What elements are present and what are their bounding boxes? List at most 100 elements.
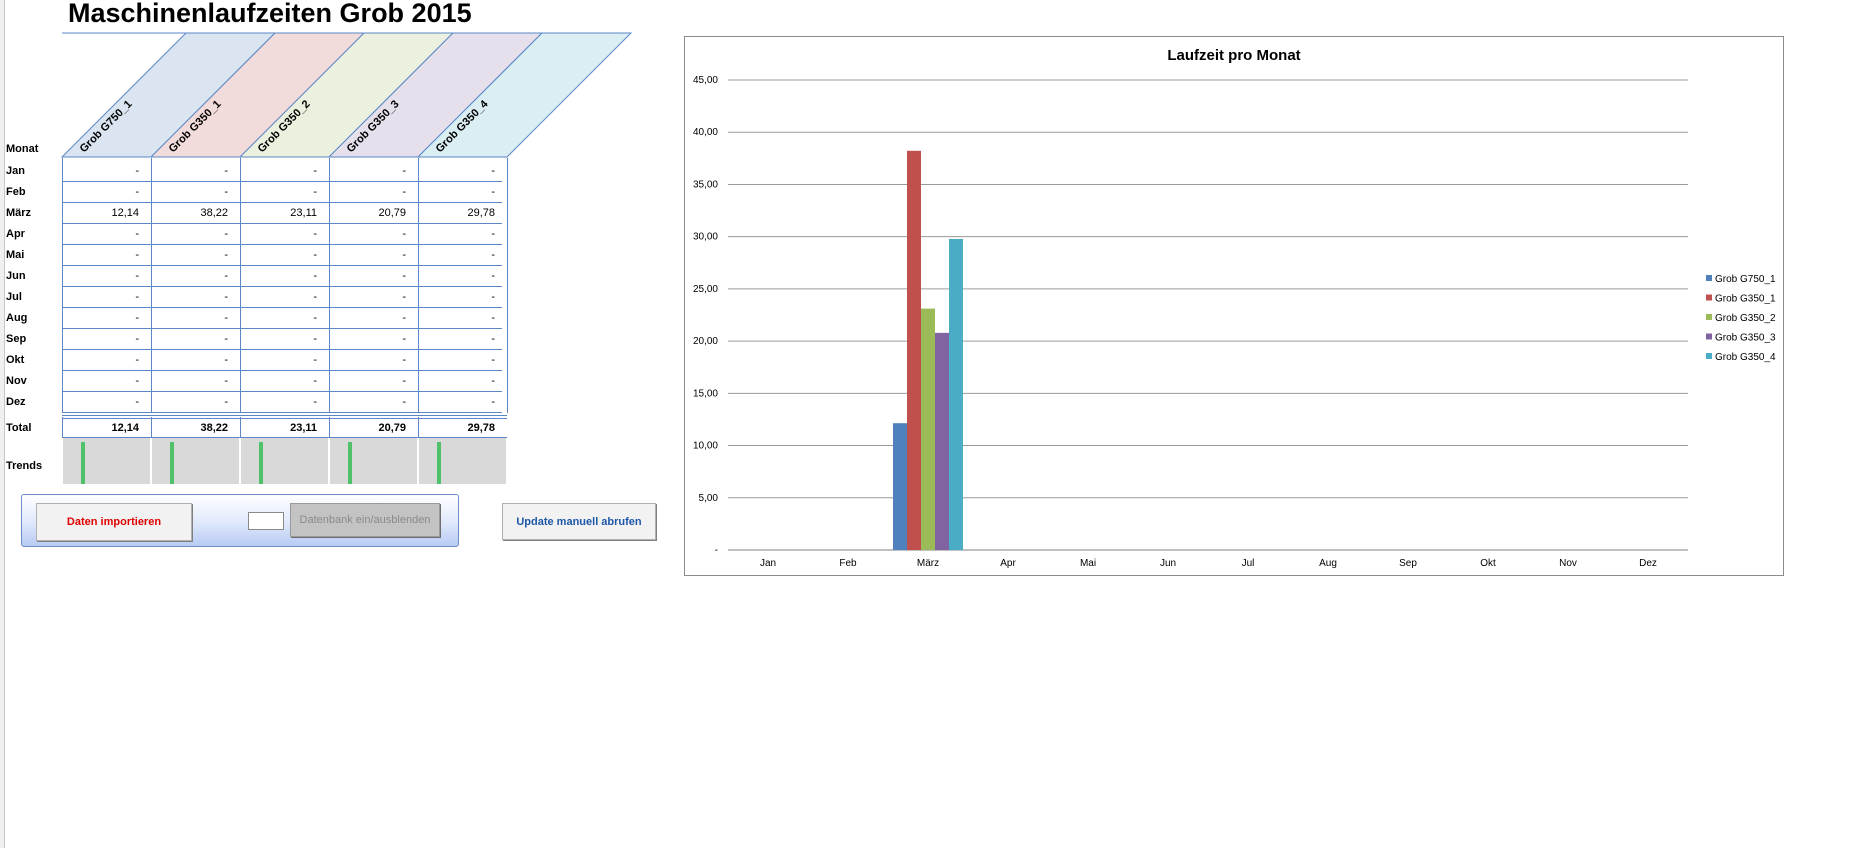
table-cell[interactable]: -: [240, 228, 329, 240]
table-cell[interactable]: -: [62, 249, 151, 261]
table-cell[interactable]: -: [240, 333, 329, 345]
y-tick-label: 25,00: [693, 284, 718, 295]
table-cell[interactable]: -: [329, 354, 418, 366]
table-row-divider: [62, 370, 502, 371]
table-cell[interactable]: -: [240, 249, 329, 261]
table-cell[interactable]: -: [151, 249, 240, 261]
table-cell[interactable]: -: [329, 291, 418, 303]
table-cell[interactable]: -: [329, 165, 418, 177]
y-tick-label: 20,00: [693, 336, 718, 347]
table-cell[interactable]: -: [62, 270, 151, 282]
table-cell[interactable]: -: [151, 186, 240, 198]
table-cell[interactable]: -: [151, 291, 240, 303]
chart-bar[interactable]: [921, 308, 935, 550]
trend-sparkline: [419, 438, 506, 484]
x-tick-label: Jan: [760, 558, 776, 569]
table-row-divider: [62, 307, 502, 308]
table-cell[interactable]: -: [240, 375, 329, 387]
table-cell[interactable]: 23,11: [240, 207, 329, 219]
trend-sparkline: [241, 438, 328, 484]
table-cell[interactable]: -: [151, 375, 240, 387]
table-cell[interactable]: -: [240, 291, 329, 303]
table-cell[interactable]: -: [62, 186, 151, 198]
table-cell[interactable]: -: [329, 249, 418, 261]
table-column-divider: [62, 417, 63, 438]
table-cell[interactable]: -: [329, 186, 418, 198]
table-column-divider: [507, 158, 508, 413]
table-cell[interactable]: -: [240, 354, 329, 366]
table-cell[interactable]: -: [151, 228, 240, 240]
table-cell[interactable]: 20,79: [329, 207, 418, 219]
table-cell[interactable]: 38,22: [151, 207, 240, 219]
table-row-divider: [62, 328, 502, 329]
table-cell[interactable]: -: [418, 333, 507, 345]
table-cell[interactable]: -: [418, 270, 507, 282]
import-data-button[interactable]: Daten importieren: [36, 503, 192, 541]
manual-update-button[interactable]: Update manuell abrufen: [502, 503, 656, 540]
table-cell[interactable]: -: [329, 375, 418, 387]
table-cell[interactable]: -: [151, 165, 240, 177]
month-label: Sep: [6, 333, 27, 345]
total-cell[interactable]: 29,78: [418, 422, 507, 434]
table-cell[interactable]: 29,78: [418, 207, 507, 219]
table-cell[interactable]: -: [62, 333, 151, 345]
chart-bar[interactable]: [893, 423, 907, 550]
table-row-divider: [62, 391, 502, 392]
table-cell[interactable]: -: [418, 165, 507, 177]
table-cell[interactable]: -: [62, 291, 151, 303]
x-tick-label: Aug: [1319, 558, 1337, 569]
table-cell[interactable]: -: [62, 312, 151, 324]
month-label: Nov: [6, 375, 27, 387]
trend-sparkline: [63, 438, 150, 484]
table-cell[interactable]: -: [240, 165, 329, 177]
table-cell[interactable]: -: [418, 291, 507, 303]
table-cell[interactable]: -: [240, 270, 329, 282]
table-cell[interactable]: -: [329, 270, 418, 282]
table-cell[interactable]: -: [240, 312, 329, 324]
table-cell[interactable]: -: [329, 312, 418, 324]
table-cell[interactable]: -: [418, 249, 507, 261]
table-cell[interactable]: -: [329, 333, 418, 345]
table-cell[interactable]: 12,14: [62, 207, 151, 219]
total-cell[interactable]: 20,79: [329, 422, 418, 434]
table-cell[interactable]: -: [329, 228, 418, 240]
table-cell[interactable]: -: [240, 186, 329, 198]
legend-label: Grob G350_2: [1715, 313, 1776, 324]
trend-bar: [437, 442, 441, 484]
table-cell[interactable]: -: [418, 228, 507, 240]
table-row-divider: [62, 244, 502, 245]
chart-bar[interactable]: [935, 332, 949, 550]
table-cell[interactable]: -: [151, 396, 240, 408]
table-cell[interactable]: -: [151, 354, 240, 366]
total-cell[interactable]: 38,22: [151, 422, 240, 434]
trend-bar: [259, 442, 263, 484]
table-cell[interactable]: -: [418, 186, 507, 198]
legend-label: Grob G350_4: [1715, 352, 1776, 363]
table-cell[interactable]: -: [151, 333, 240, 345]
x-tick-label: März: [917, 558, 939, 569]
table-cell[interactable]: -: [418, 396, 507, 408]
table-cell[interactable]: -: [418, 354, 507, 366]
month-column-header: Monat: [6, 143, 39, 155]
table-cell[interactable]: -: [240, 396, 329, 408]
db-toggle-checkbox[interactable]: [248, 512, 284, 530]
chart-bar[interactable]: [949, 238, 963, 550]
table-cell[interactable]: -: [329, 396, 418, 408]
total-cell[interactable]: 23,11: [240, 422, 329, 434]
table-cell[interactable]: -: [418, 375, 507, 387]
table-cell[interactable]: -: [62, 375, 151, 387]
table-column-divider: [240, 417, 241, 438]
x-tick-label: Jun: [1160, 558, 1176, 569]
chart-bar[interactable]: [907, 150, 921, 550]
table-cell[interactable]: -: [62, 396, 151, 408]
db-toggle-button[interactable]: Datenbank ein/ausblenden: [290, 503, 440, 537]
table-cell[interactable]: -: [151, 312, 240, 324]
table-cell[interactable]: -: [62, 165, 151, 177]
table-cell[interactable]: -: [418, 312, 507, 324]
trend-bar: [81, 442, 85, 484]
x-tick-label: Nov: [1559, 558, 1577, 569]
total-cell[interactable]: 12,14: [62, 422, 151, 434]
table-cell[interactable]: -: [62, 228, 151, 240]
table-cell[interactable]: -: [62, 354, 151, 366]
table-cell[interactable]: -: [151, 270, 240, 282]
